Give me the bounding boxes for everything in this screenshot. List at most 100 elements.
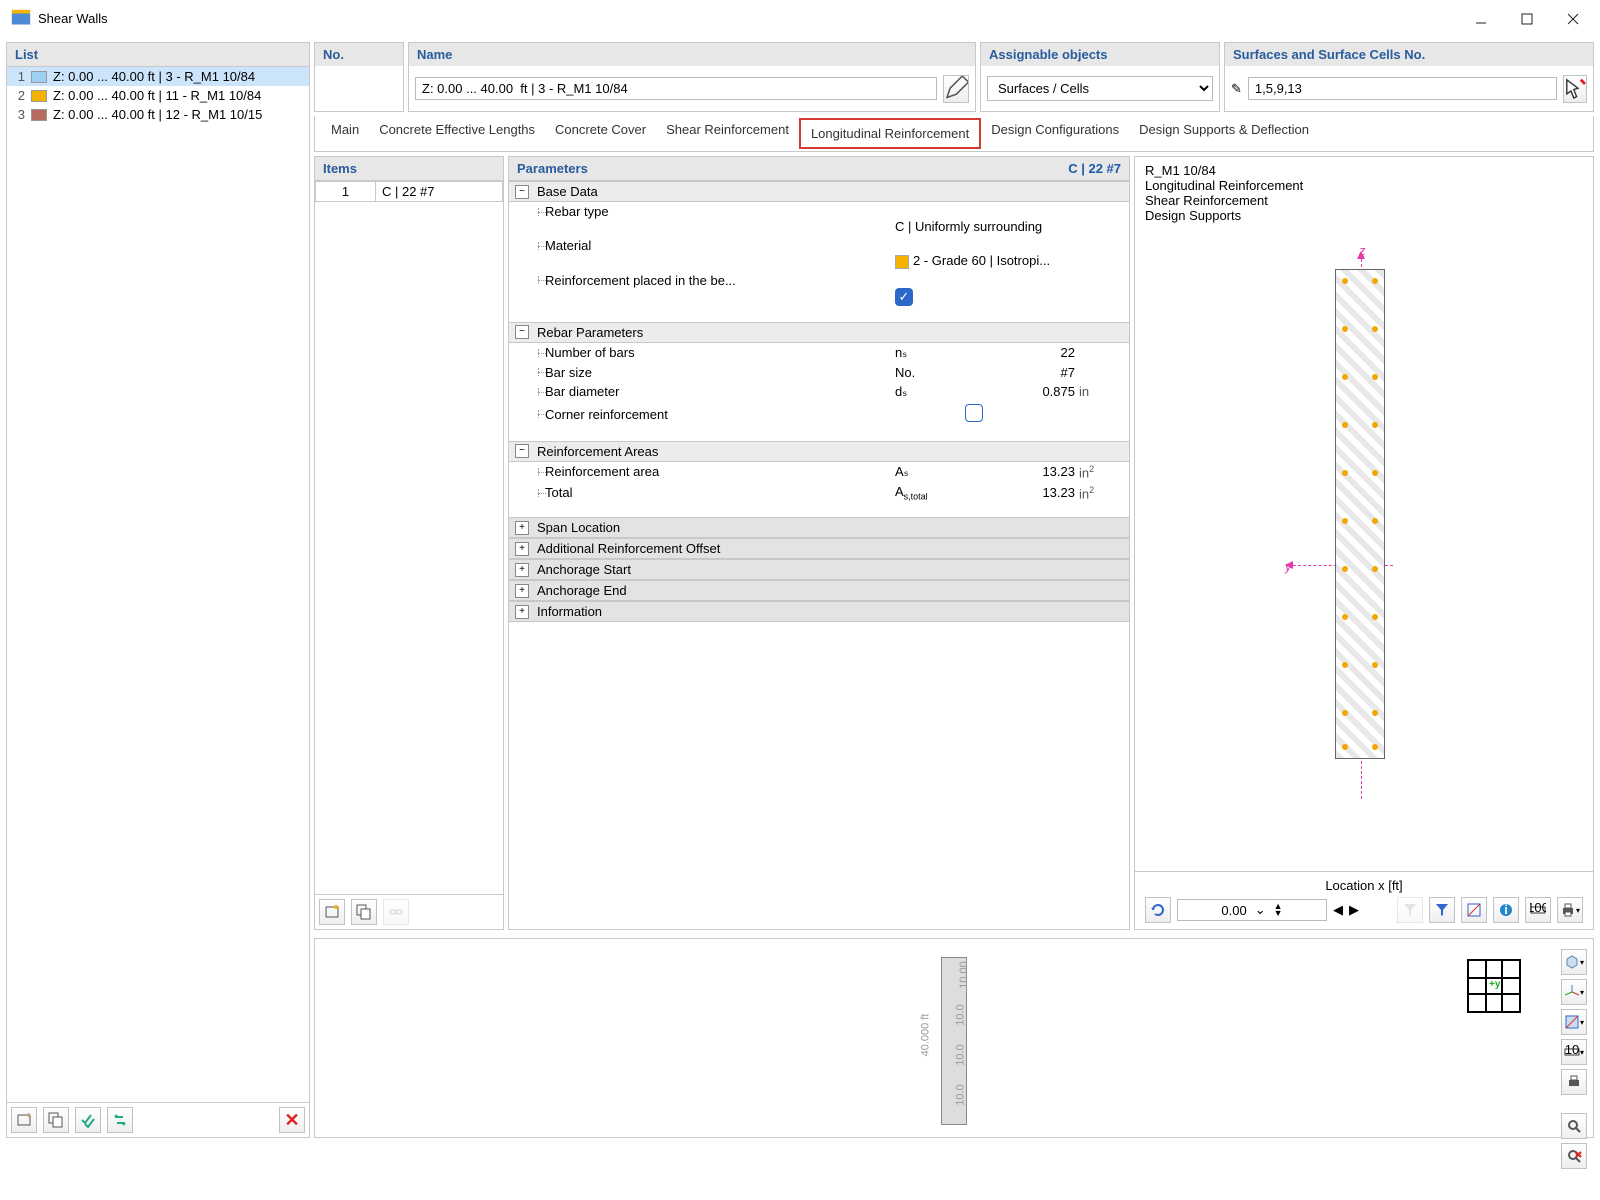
close-button[interactable] [1550, 3, 1596, 35]
app-icon [10, 8, 32, 30]
minimize-button[interactable] [1458, 3, 1504, 35]
axes-button[interactable]: ▾ [1561, 979, 1587, 1005]
y-axis-label: y [1285, 559, 1292, 574]
placed-be-label: Reinforcement placed in the be... [545, 273, 895, 288]
num-bars-value[interactable]: 22 [965, 345, 1075, 360]
tab-concrete-cover[interactable]: Concrete Cover [545, 116, 656, 151]
sync-button[interactable] [107, 1107, 133, 1133]
info-button[interactable]: i [1493, 897, 1519, 923]
list-toolbar: ✕ [7, 1102, 309, 1137]
tab-longitudinal-reinforcement[interactable]: Longitudinal Reinforcement [799, 118, 981, 149]
surfaces-input[interactable] [1248, 77, 1557, 100]
corner-reinf-checkbox[interactable] [965, 404, 983, 422]
clear-search-button[interactable] [1561, 1143, 1587, 1169]
group-reinf-areas[interactable]: −Reinforcement Areas [509, 441, 1129, 462]
tab-design-config[interactable]: Design Configurations [981, 116, 1129, 151]
name-input[interactable] [415, 77, 937, 100]
collapse-icon[interactable]: − [515, 325, 529, 339]
expand-icon[interactable]: + [515, 542, 529, 556]
window-titlebar: Shear Walls [0, 0, 1600, 38]
collapse-icon[interactable]: − [515, 185, 529, 199]
reinf-area-value: 13.23 [965, 464, 1075, 479]
preview-panel: R_M1 10/84 Longitudinal Reinforcement Sh… [1134, 156, 1594, 930]
no-field: No. [314, 42, 404, 112]
dim-full-label: 40.000 ft [919, 1014, 931, 1057]
items-new-button[interactable] [319, 899, 345, 925]
tab-shear-reinforcement[interactable]: Shear Reinforcement [656, 116, 799, 151]
location-stepper[interactable]: 0.00⌄▲▼ [1177, 899, 1327, 921]
items-link-button[interactable] [383, 899, 409, 925]
preview-refresh-button[interactable] [1145, 897, 1171, 923]
assignable-field: Assignable objects Surfaces / Cells [980, 42, 1220, 112]
chevron-down-icon[interactable]: ⌄ [1255, 902, 1266, 918]
step-next-icon[interactable]: ▶ [1349, 902, 1359, 918]
measure-button[interactable]: 100 [1525, 897, 1551, 923]
step-prev-icon[interactable]: ◀ [1333, 902, 1343, 918]
edit-name-button[interactable] [943, 75, 969, 103]
material-label: Material [545, 238, 895, 253]
section-view-button[interactable]: ▾ [1561, 1009, 1587, 1035]
group-anchorage-end[interactable]: +Anchorage End [509, 580, 1129, 601]
placed-be-checkbox[interactable]: ✓ [895, 288, 913, 306]
window-title: Shear Walls [38, 11, 108, 26]
svg-text:100: 100 [1530, 902, 1546, 915]
print-elevation-button[interactable] [1561, 1069, 1587, 1095]
elevation-panel[interactable]: 40.000 ft 10.0 10.0 10.0 10.00 +y ▾ ▾ ▾ … [314, 938, 1594, 1138]
group-add-reinf-offset[interactable]: +Additional Reinforcement Offset [509, 538, 1129, 559]
material-value[interactable]: 2 - Grade 60 | Isotropi... [895, 253, 1123, 269]
list-item[interactable]: 3 Z: 0.00 ... 40.00 ft | 12 - R_M1 10/15 [7, 105, 309, 124]
list-panel: List 1 Z: 0.00 ... 40.00 ft | 3 - R_M1 1… [6, 42, 310, 1138]
group-base-data[interactable]: −Base Data [509, 181, 1129, 202]
list-hscroll[interactable] [7, 1092, 309, 1102]
expand-icon[interactable]: + [515, 563, 529, 577]
filter-clear-button[interactable] [1397, 897, 1423, 923]
list-item[interactable]: 2 Z: 0.00 ... 40.00 ft | 11 - R_M1 10/84 [7, 86, 309, 105]
location-label: Location x [ft] [1145, 878, 1583, 893]
cross-section-view[interactable]: z y [1135, 229, 1593, 871]
maximize-button[interactable] [1504, 3, 1550, 35]
bar-diameter-value[interactable]: 0.875 [965, 384, 1075, 399]
search-button[interactable] [1561, 1113, 1587, 1139]
bar-size-value[interactable]: #7 [965, 365, 1075, 380]
color-swatch [31, 90, 47, 102]
items-table[interactable]: 1C | 22 #7 [315, 181, 503, 202]
view-section-button[interactable] [1461, 897, 1487, 923]
list-header: List [7, 43, 309, 67]
items-copy-button[interactable] [351, 899, 377, 925]
expand-icon[interactable]: + [515, 584, 529, 598]
reinf-total-value: 13.23 [965, 485, 1075, 500]
items-panel: Items 1C | 22 #7 [314, 156, 504, 930]
expand-icon[interactable]: + [515, 605, 529, 619]
color-swatch [31, 109, 47, 121]
scale-button[interactable]: 10▾ [1561, 1039, 1587, 1065]
assignable-select[interactable]: Surfaces / Cells [987, 76, 1213, 101]
check-button[interactable] [75, 1107, 101, 1133]
group-span-location[interactable]: +Span Location [509, 517, 1129, 538]
print-button[interactable]: ▾ [1557, 897, 1583, 923]
parameters-header: Parameters [509, 157, 596, 180]
delete-button[interactable]: ✕ [279, 1107, 305, 1133]
group-information[interactable]: +Information [509, 601, 1129, 622]
tab-main[interactable]: Main [321, 116, 369, 151]
pick-surfaces-button[interactable] [1563, 75, 1587, 103]
list-body: 1 Z: 0.00 ... 40.00 ft | 3 - R_M1 10/84 … [7, 67, 309, 124]
collapse-icon[interactable]: − [515, 444, 529, 458]
new-item-button[interactable] [11, 1107, 37, 1133]
view-3d-button[interactable]: ▾ [1561, 949, 1587, 975]
copy-item-button[interactable] [43, 1107, 69, 1133]
group-rebar-params[interactable]: −Rebar Parameters [509, 322, 1129, 343]
tab-bar: Main Concrete Effective Lengths Concrete… [314, 116, 1594, 152]
expand-icon[interactable]: + [515, 521, 529, 535]
z-axis-label: z [1359, 243, 1366, 258]
tab-eff-lengths[interactable]: Concrete Effective Lengths [369, 116, 545, 151]
color-swatch [31, 71, 47, 83]
surfaces-field: Surfaces and Surface Cells No. ✎ [1224, 42, 1594, 112]
tab-supports-deflection[interactable]: Design Supports & Deflection [1129, 116, 1319, 151]
list-item[interactable]: 1 Z: 0.00 ... 40.00 ft | 3 - R_M1 10/84 [7, 67, 309, 86]
group-anchorage-start[interactable]: +Anchorage Start [509, 559, 1129, 580]
rebar-type-value[interactable]: C | Uniformly surrounding [895, 219, 1123, 234]
parameters-panel: Parameters C | 22 #7 −Base Data Rebar ty… [508, 156, 1130, 930]
spinner-icon[interactable]: ▲▼ [1274, 903, 1283, 917]
grid-navigator[interactable]: +y [1467, 959, 1523, 1015]
filter-button[interactable] [1429, 897, 1455, 923]
